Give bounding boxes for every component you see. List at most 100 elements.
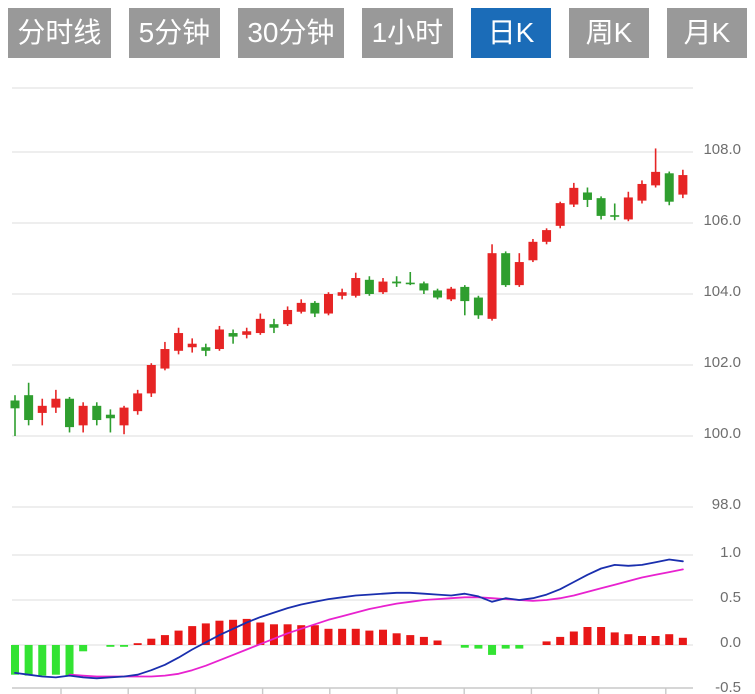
candle-up bbox=[283, 310, 292, 324]
candle-up bbox=[174, 333, 183, 351]
macd-hist-bar-positive bbox=[597, 627, 605, 645]
macd-hist-bar-negative bbox=[120, 645, 128, 647]
tab-button-6[interactable]: 周K bbox=[569, 8, 649, 58]
macd-hist-bar-positive bbox=[338, 629, 346, 645]
macd-hist-bar-positive bbox=[188, 626, 196, 645]
macd-hist-bar-positive bbox=[365, 631, 373, 645]
candle-down bbox=[365, 280, 374, 294]
macd-axis-label: -0.5 bbox=[715, 679, 741, 694]
candle-up bbox=[51, 399, 60, 408]
tab-button-4[interactable]: 1小时 bbox=[362, 8, 453, 58]
macd-hist-bar-positive bbox=[270, 624, 278, 645]
macd-hist-bar-negative bbox=[515, 645, 523, 649]
candle-down bbox=[106, 415, 115, 419]
candle-up bbox=[215, 330, 224, 350]
macd-axis-label: 0.0 bbox=[720, 634, 741, 651]
candle-up bbox=[637, 184, 646, 201]
macd-hist-bar-negative bbox=[11, 645, 19, 675]
candle-down bbox=[610, 215, 619, 217]
candle-down bbox=[269, 324, 278, 328]
macd-hist-bar-positive bbox=[679, 638, 687, 645]
price-axis-label: 100.0 bbox=[703, 425, 741, 442]
candle-up bbox=[556, 203, 565, 226]
macd-hist-bar-positive bbox=[665, 634, 673, 645]
candle-down bbox=[406, 283, 415, 285]
candle-up bbox=[338, 292, 347, 296]
candle-up bbox=[38, 406, 47, 413]
candle-up bbox=[569, 188, 578, 205]
candle-up bbox=[256, 319, 265, 333]
macd-hist-bar-positive bbox=[393, 633, 401, 645]
macd-hist-bar-negative bbox=[461, 645, 469, 648]
macd-axis-label: 1.0 bbox=[720, 544, 741, 561]
candle-down bbox=[460, 287, 469, 301]
candle-up bbox=[351, 278, 360, 296]
candle-down bbox=[11, 401, 20, 409]
candle-up bbox=[120, 408, 129, 426]
candle-up bbox=[147, 365, 156, 393]
candle-down bbox=[501, 253, 510, 285]
tab-button-5-active[interactable]: 日K bbox=[471, 8, 551, 58]
candle-down bbox=[583, 192, 592, 199]
candle-up bbox=[188, 344, 197, 348]
macd-hist-bar-positive bbox=[638, 636, 646, 645]
tab-button-1[interactable]: 分时线 bbox=[8, 8, 111, 58]
tab-button-2[interactable]: 5分钟 bbox=[129, 8, 220, 58]
macd-hist-bar-positive bbox=[556, 637, 564, 645]
macd-hist-bar-positive bbox=[256, 623, 264, 646]
macd-hist-bar-positive bbox=[229, 620, 237, 645]
macd-hist-bar-positive bbox=[175, 631, 183, 645]
macd-hist-bar-negative bbox=[502, 645, 510, 649]
candle-up bbox=[242, 331, 251, 335]
candle-down bbox=[229, 333, 238, 337]
candle-up bbox=[160, 349, 169, 369]
candle-up bbox=[515, 262, 524, 285]
price-axis-label: 106.0 bbox=[703, 212, 741, 229]
macd-hist-bar-negative bbox=[488, 645, 496, 655]
macd-hist-bar-positive bbox=[311, 625, 319, 645]
macd-hist-bar-positive bbox=[324, 629, 332, 645]
price-axis-label: 108.0 bbox=[703, 141, 741, 158]
tab-button-7[interactable]: 月K bbox=[667, 8, 747, 58]
candle-up bbox=[678, 175, 687, 195]
candle-up bbox=[447, 289, 456, 300]
candle-down bbox=[92, 406, 101, 420]
candle-down bbox=[310, 303, 319, 314]
candle-up bbox=[379, 282, 388, 293]
candle-down bbox=[65, 399, 74, 427]
candle-down bbox=[433, 290, 442, 297]
macd-hist-bar-positive bbox=[543, 641, 551, 645]
macd-hist-bar-positive bbox=[406, 635, 414, 645]
candle-up bbox=[651, 172, 660, 185]
candle-down bbox=[665, 173, 674, 201]
macd-hist-bar-positive bbox=[624, 634, 632, 645]
price-axis-label: 104.0 bbox=[703, 283, 741, 300]
tab-button-3[interactable]: 30分钟 bbox=[238, 8, 344, 58]
candle-up bbox=[133, 393, 142, 411]
macd-hist-bar-positive bbox=[434, 641, 442, 646]
candle-up bbox=[624, 197, 633, 219]
candle-up bbox=[528, 242, 537, 260]
macd-hist-bar-positive bbox=[379, 630, 387, 645]
candle-up bbox=[324, 294, 333, 314]
candle-up bbox=[488, 253, 497, 319]
macd-hist-bar-negative bbox=[66, 645, 74, 676]
candle-down bbox=[24, 395, 33, 420]
macd-hist-bar-positive bbox=[570, 632, 578, 646]
macd-dea-line bbox=[70, 569, 683, 676]
price-axis-label: 102.0 bbox=[703, 354, 741, 371]
candle-up bbox=[79, 406, 88, 426]
macd-hist-bar-negative bbox=[106, 645, 114, 647]
kline-chart: 108.0106.0104.0102.0100.098.01.00.50.0-0… bbox=[0, 0, 755, 694]
timeframe-tab-bar: 分时线 5分钟 30分钟 1小时日K 周K 月K bbox=[8, 8, 747, 58]
candle-down bbox=[597, 198, 606, 216]
candle-down bbox=[201, 347, 210, 351]
macd-hist-bar-positive bbox=[134, 643, 142, 645]
macd-hist-bar-positive bbox=[611, 632, 619, 645]
macd-hist-bar-positive bbox=[352, 629, 360, 645]
macd-axis-label: 0.5 bbox=[720, 589, 741, 606]
macd-hist-bar-negative bbox=[79, 645, 87, 651]
candle-down bbox=[392, 282, 401, 284]
macd-hist-bar-negative bbox=[25, 645, 33, 676]
macd-hist-bar-negative bbox=[38, 645, 46, 676]
